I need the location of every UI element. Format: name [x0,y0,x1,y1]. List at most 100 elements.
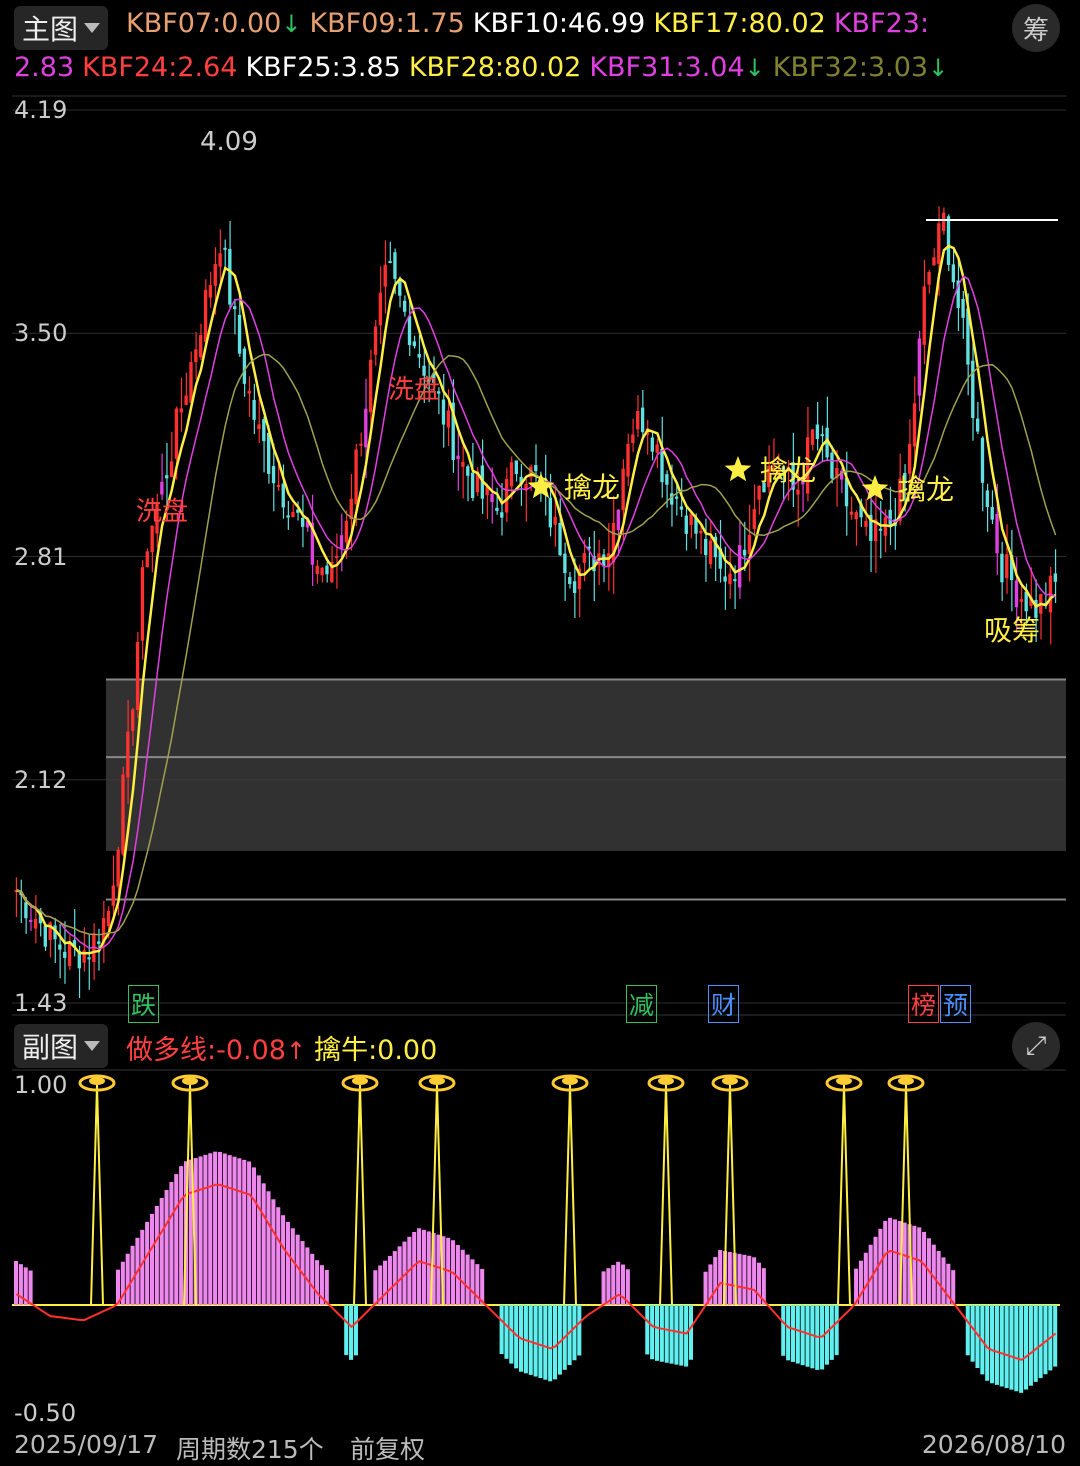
negative-bar [985,1305,990,1381]
positive-bar [737,1253,742,1305]
halo-icon [182,1077,198,1085]
negative-bar [528,1305,533,1375]
positive-bar [922,1231,927,1305]
negative-bar [650,1305,655,1360]
positive-bar [145,1221,150,1305]
positive-bar [237,1158,242,1305]
positive-bar [383,1260,388,1305]
halo-icon [836,1077,852,1085]
negative-bar [577,1305,582,1356]
positive-bar [324,1269,329,1305]
halo-icon [722,1077,738,1085]
positive-bar [752,1257,757,1305]
positive-bar [888,1217,893,1305]
negative-bar [684,1305,689,1367]
positive-bar [213,1151,218,1305]
negative-bar [1024,1305,1029,1390]
positive-bar [902,1222,907,1305]
signal-spike [563,1084,577,1306]
positive-bar [718,1250,723,1305]
positive-bar [917,1227,922,1305]
start-date: 2025/09/17 [14,1430,159,1459]
sub-y-tick-label: 1.00 [14,1071,68,1099]
halo-icon [352,1077,368,1085]
positive-bar [941,1257,946,1305]
negative-bar [1038,1305,1043,1379]
negative-bar [645,1305,650,1355]
signal-spike [659,1084,673,1306]
positive-bar [227,1155,232,1305]
negative-bar [1028,1305,1033,1386]
halo-icon [562,1077,578,1085]
negative-bar [353,1305,358,1356]
sub-indicator-chart[interactable] [0,0,1080,1463]
positive-bar [256,1175,261,1305]
positive-bar [426,1231,431,1305]
negative-bar [349,1305,354,1360]
positive-bar [222,1153,227,1305]
positive-bar [863,1252,868,1305]
positive-bar [164,1190,169,1305]
positive-bar [878,1228,883,1305]
positive-bar [315,1260,320,1305]
positive-bar [179,1166,184,1305]
positive-bar [703,1271,708,1305]
negative-bar [1014,1305,1019,1392]
signal-spike [353,1084,367,1306]
end-date: 2026/08/10 [921,1430,1066,1459]
negative-bar [533,1305,538,1377]
positive-bar [261,1183,266,1305]
halo-icon [89,1077,105,1085]
negative-bar [834,1305,839,1356]
sub-y-tick-label: -0.50 [14,1399,77,1427]
positive-bar [713,1257,718,1305]
negative-bar [664,1305,669,1363]
negative-bar [654,1305,660,1361]
signal-spike [90,1084,104,1306]
halo-icon [429,1077,445,1085]
positive-bar [251,1167,256,1305]
positive-bar [276,1207,281,1305]
negative-bar [543,1305,548,1380]
negative-bar [994,1305,999,1385]
positive-bar [290,1228,295,1305]
negative-bar [679,1305,684,1366]
negative-bar [970,1305,975,1362]
negative-bar [552,1305,558,1380]
negative-bar [499,1305,504,1355]
negative-bar [805,1305,810,1367]
negative-bar [965,1305,970,1356]
halo-icon [898,1077,914,1085]
positive-bar [470,1259,475,1305]
negative-bar [659,1305,664,1362]
positive-bar [436,1234,441,1305]
positive-bar [742,1254,747,1305]
negative-bar [1004,1305,1009,1389]
negative-bar [688,1305,694,1360]
positive-bar [892,1219,897,1305]
negative-bar [781,1305,786,1356]
negative-bar [674,1305,679,1365]
negative-bar [538,1305,543,1379]
positive-bar [198,1156,203,1305]
positive-bar [281,1215,286,1305]
positive-bar [936,1251,941,1305]
positive-bar [387,1255,392,1305]
positive-bar [460,1249,465,1305]
negative-bar [1033,1305,1038,1382]
positive-bar [397,1246,402,1305]
positive-bar [242,1159,247,1305]
negative-bar [509,1305,514,1364]
positive-bar [601,1271,606,1305]
positive-bar [392,1251,397,1305]
positive-bar [14,1261,19,1305]
negative-bar [1009,1305,1014,1390]
halo-icon [658,1077,674,1085]
negative-bar [344,1305,349,1356]
negative-bar [572,1305,577,1361]
positive-bar [217,1151,222,1305]
negative-bar [990,1305,995,1384]
negative-bar [790,1305,795,1362]
adjust-mode[interactable]: 前复权 [350,1430,425,1466]
positive-bar [310,1253,315,1305]
